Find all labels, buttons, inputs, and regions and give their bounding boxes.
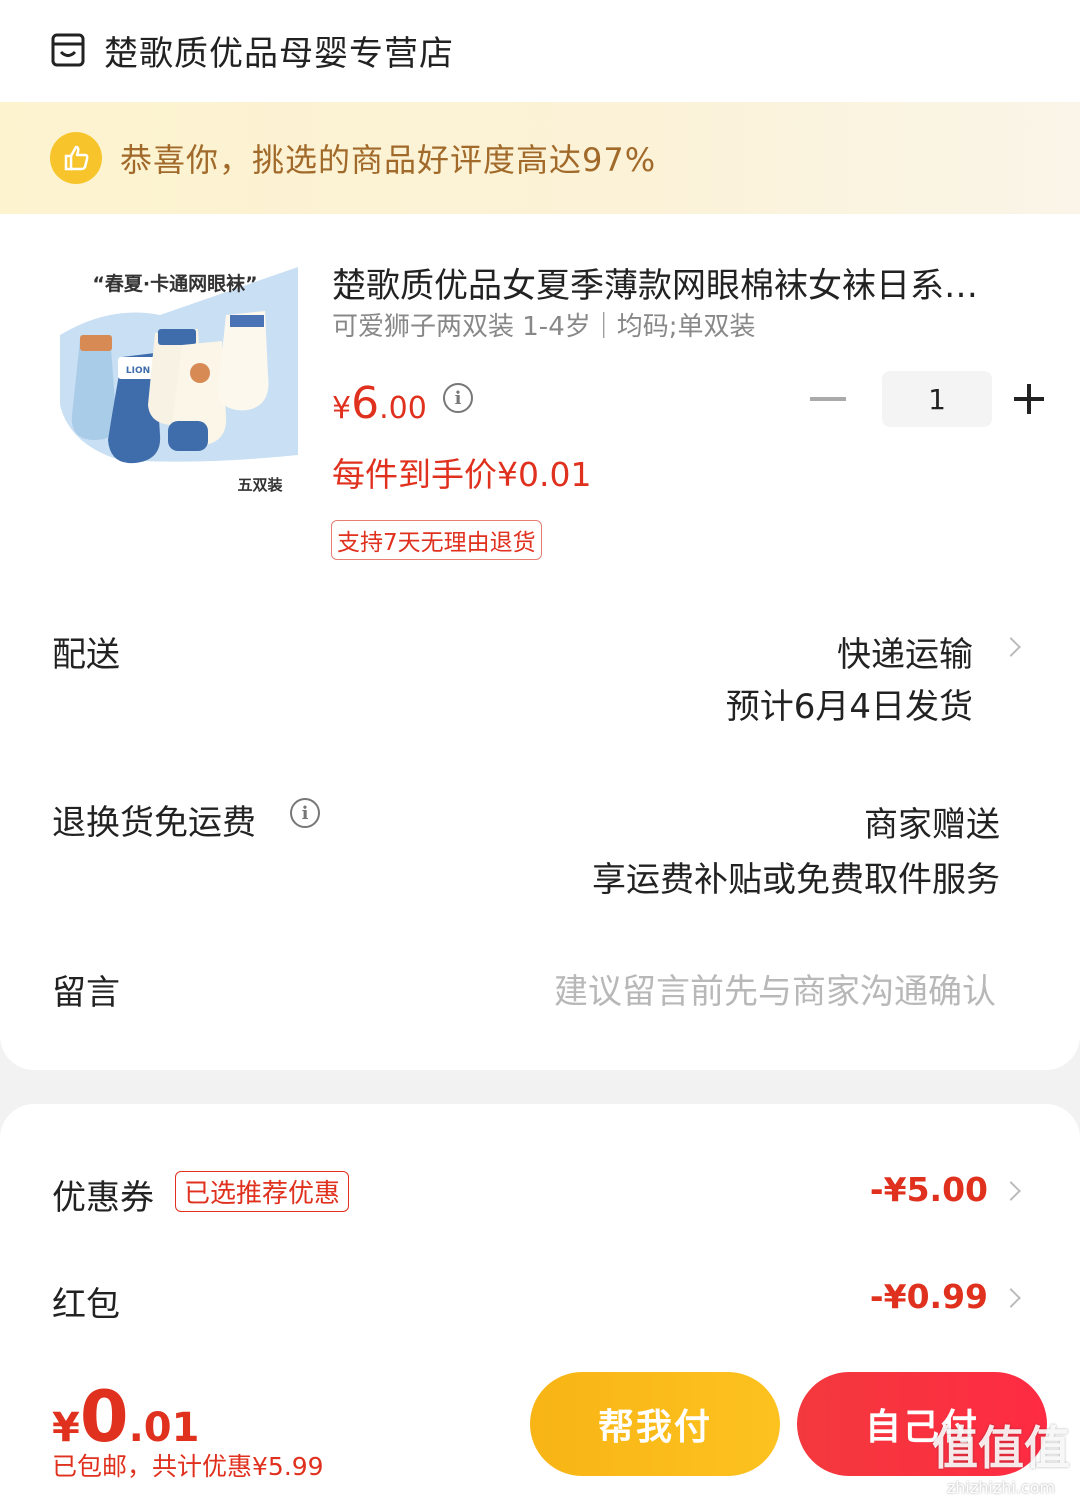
product-title[interactable]: 楚歌质优品女夏季薄款网眼棉袜女袜日系… [332,258,1032,307]
unit-final-price: 每件到手价¥0.01 [332,455,592,494]
rating-text: 恭喜你，挑选的商品好评度高达97% [120,141,657,179]
red-packet-label: 红包 [52,1285,120,1325]
image-caption-bottom: 五双装 [237,476,283,494]
return-shipping-detail: 享运费补贴或免费取件服务 [592,860,1000,900]
store-name: 楚歌质优品母婴专营店 [104,33,454,74]
total-decimal: .01 [128,1405,200,1451]
message-input[interactable]: 建议留言前先与商家沟通确认 [554,964,996,1013]
total-currency: ¥ [52,1405,80,1451]
watermark-text: 值值值 [932,1421,1070,1475]
delivery-method[interactable]: 快递运输 [837,627,973,676]
price-decimal: .00 [379,391,427,426]
total-integer: 0 [79,1376,129,1458]
image-caption-top: “春夏·卡通网眼袜” [92,272,257,295]
quantity-input[interactable]: 1 [882,371,992,427]
price-currency: ¥ [332,391,352,426]
price-info-icon[interactable]: i [443,383,473,413]
plus-icon[interactable] [1014,384,1044,414]
summary-line: 已包邮，共计优惠¥5.99 [52,1447,324,1483]
watermark-url: zhizhizhi.com [946,1478,1056,1497]
product-sku[interactable]: 可爱狮子两双装 1-4岁｜均码;单双装 [332,306,756,343]
delivery-label: 配送 [52,635,120,675]
coupon-amount[interactable]: -¥5.00 [870,1170,988,1209]
delivery-eta: 预计6月4日发货 [725,687,973,727]
delivery-chevron-icon[interactable] [1001,637,1021,657]
coupon-label: 优惠券 [52,1178,154,1218]
thumbs-up-icon [50,132,102,184]
rating-banner: 恭喜你，挑选的商品好评度高达97% [0,102,1080,214]
return-shipping-info-icon[interactable]: i [290,798,320,828]
order-card: 楚歌质优品母婴专营店 恭喜你，挑选的商品好评度高达97% “春夏·卡通网眼袜” … [0,0,1080,1070]
store-header[interactable]: 楚歌质优品母婴专营店 [0,0,1080,100]
price-integer: 6 [351,378,380,429]
product-image[interactable]: “春夏·卡通网眼袜” LION 五双装 [50,245,300,515]
minus-icon[interactable] [810,397,846,401]
product-price: ¥ 6 .00 [332,378,427,429]
shipping-free-text: 已包邮， [52,1452,153,1481]
total-price: ¥ 0 .01 [52,1382,199,1452]
total-discount-text: 共计优惠¥5.99 [152,1452,324,1481]
return-policy-tag: 支持7天无理由退货 [331,520,542,560]
help-pay-button[interactable]: 帮我付 [530,1372,780,1476]
red-packet-amount[interactable]: -¥0.99 [870,1277,988,1316]
message-label: 留言 [52,973,120,1013]
return-shipping-label: 退换货免运费 [52,803,256,843]
image-label: LION [126,366,150,376]
return-shipping-value: 商家赠送 [864,805,1000,845]
store-icon [51,33,85,67]
watermark: 值值值 zhizhizhi.com [926,1412,1076,1502]
coupon-tag: 已选推荐优惠 [175,1171,350,1212]
quantity-stepper: 1 [810,371,1044,427]
